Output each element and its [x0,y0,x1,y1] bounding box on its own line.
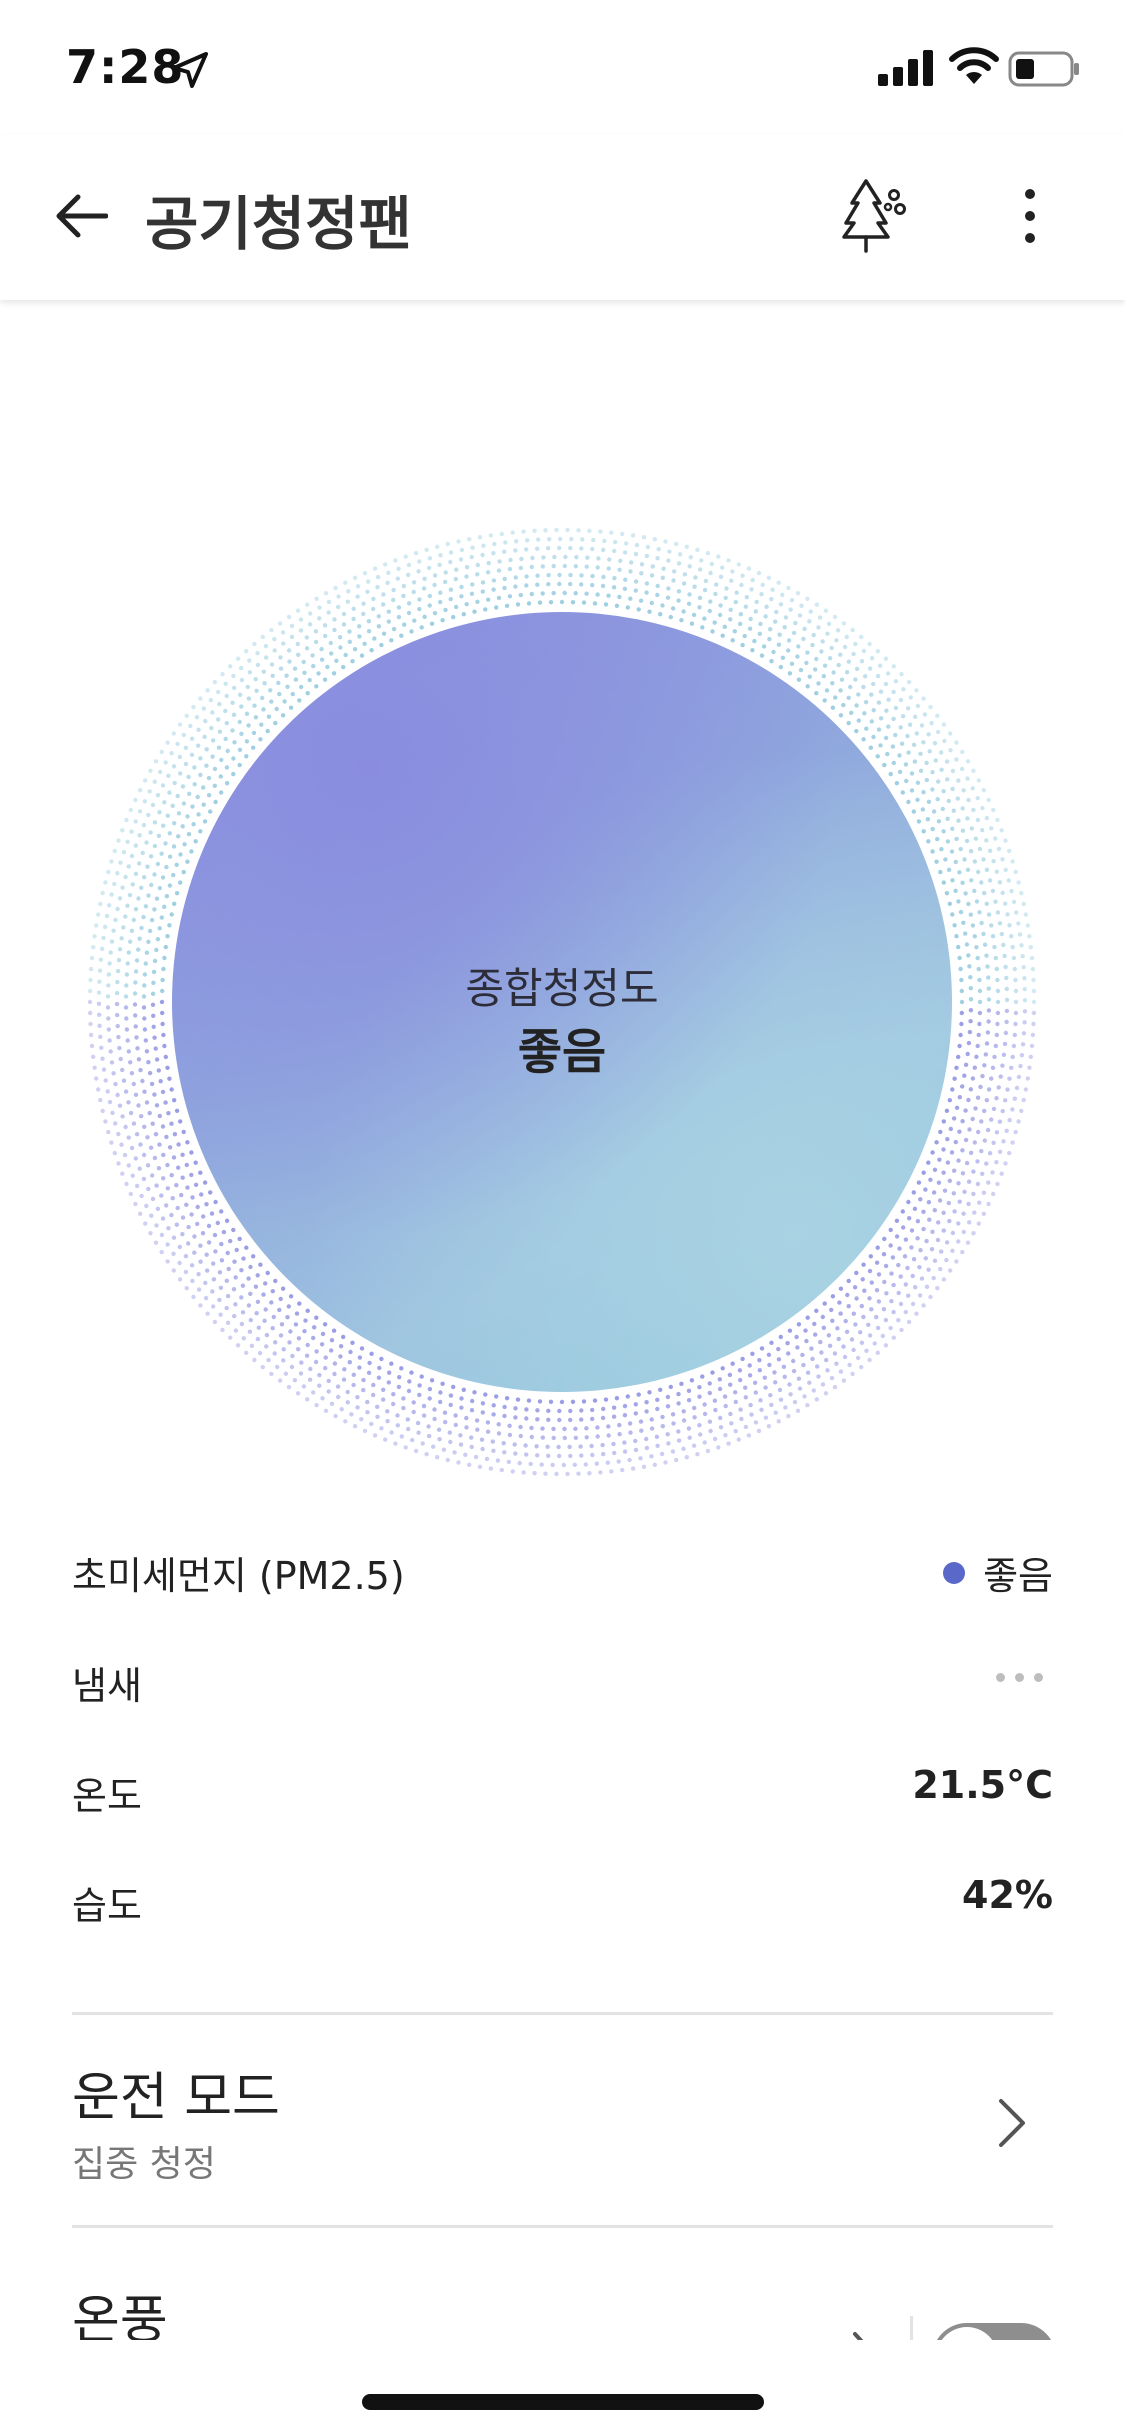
status-time: 7:28 [66,40,185,94]
loading-dots-icon [996,1673,1043,1682]
home-indicator[interactable] [362,2394,764,2410]
app-bar: 공기청정팬 [0,135,1125,300]
screen: 7:28 공기청정팬 종합청정도 좋음 초미세먼지 (PM2.5) 좋음 냄새 … [0,0,1125,2436]
cellular-signal-icon [878,50,933,86]
back-arrow-icon [56,194,108,238]
metric-value: 21.5°C [912,1763,1053,1807]
status-bar: 7:28 [0,0,1125,135]
bottom-fade [0,2340,1125,2436]
pm25-status: 좋음 [943,1545,1053,1600]
metric-label: 온도 [72,1774,142,1818]
operation-mode-value: 집중 청정 [72,2144,216,2185]
wifi-icon [949,47,999,84]
chevron-right-icon [999,2099,1025,2147]
metric-label: 초미세먼지 (PM2.5) [72,1554,405,1598]
back-button[interactable] [50,185,112,247]
metric-label: 냄새 [72,1664,142,1708]
page-title: 공기청정팬 [145,190,412,258]
tree-icon [842,179,906,253]
metric-row-humidity: 습도 42% [72,1845,1053,1955]
status-text: 좋음 [983,1554,1053,1598]
more-vertical-icon [1025,189,1035,243]
operation-mode-row[interactable]: 운전 모드 집중 청정 [72,2015,1053,2220]
air-quality-indicator: 종합청정도 좋음 [0,300,1125,1500]
status-dot [943,1561,966,1584]
location-arrow-icon [172,52,208,88]
air-quality-value: 좋음 [517,1024,607,1080]
air-quality-label: 종합청정도 [465,964,659,1013]
more-options-button[interactable] [1002,180,1058,252]
metric-row-temperature: 온도 21.5°C [72,1735,1053,1845]
tree-button[interactable] [832,175,912,255]
operation-mode-title: 운전 모드 [72,2068,280,2128]
metric-row-odor: 냄새 [72,1625,1053,1735]
metrics-list: 초미세먼지 (PM2.5) 좋음 냄새 온도 21.5°C 습도 42% [72,1515,1053,1955]
battery-icon [1008,51,1079,87]
metric-row-pm25: 초미세먼지 (PM2.5) 좋음 [72,1515,1053,1625]
metric-value: 42% [962,1873,1053,1917]
air-quality-circle: 종합청정도 좋음 [172,612,952,1392]
metric-label: 습도 [72,1884,142,1928]
